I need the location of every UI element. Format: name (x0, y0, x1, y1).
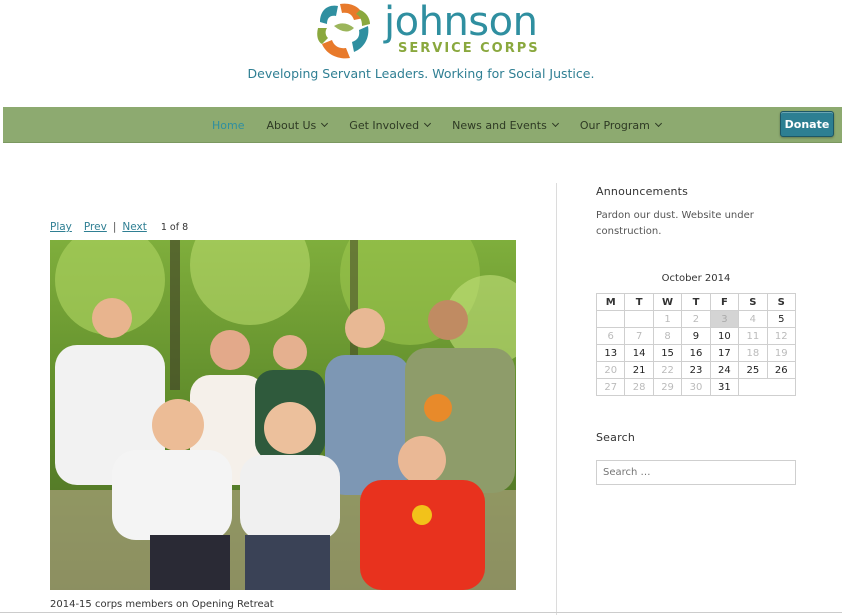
calendar-day: 13 (595, 344, 626, 362)
calendar-week-row: 13 14 15 16 17 18 19 (595, 344, 797, 362)
donate-button[interactable]: Donate (780, 111, 834, 137)
nav-item-label: Our Program (579, 118, 650, 132)
calendar-week-row: 27 28 29 30 31 (595, 378, 796, 396)
calendar-day-empty (738, 378, 796, 396)
announcements-text: Pardon our dust. Website under construct… (596, 210, 754, 237)
calendar-day: 25 (738, 361, 768, 379)
calendar-day: 2 (681, 310, 711, 328)
calendar-day: 10 (709, 327, 740, 345)
calendar-day: 15 (652, 344, 683, 362)
slideshow-prev-link[interactable]: Prev (84, 221, 107, 233)
calendar-week-row: 1 2 3 4 5 (595, 310, 797, 328)
slideshow-next-link[interactable]: Next (122, 221, 146, 233)
calendar-day: 12 (766, 327, 797, 345)
calendar-day: 8 (652, 327, 683, 345)
group-photo-image (50, 240, 516, 590)
calendar-day-header: T (624, 293, 654, 311)
calendar-day: 19 (766, 344, 797, 362)
calendar-day: 23 (681, 361, 711, 379)
calendar-day: 16 (681, 344, 711, 362)
calendar-day: 26 (766, 361, 797, 379)
calendar-day: 31 (709, 378, 740, 396)
nav-item-about-us[interactable]: About Us (266, 118, 329, 132)
calendar-day-today: 3 (709, 310, 740, 328)
calendar-day: 29 (652, 378, 683, 396)
calendar-day-header: W (652, 293, 683, 311)
calendar-day: 24 (709, 361, 740, 379)
calendar-caption: October 2014 (661, 273, 731, 284)
calendar-day: 27 (595, 378, 626, 396)
calendar-day: 11 (738, 327, 768, 345)
chevron-down-icon (321, 119, 329, 128)
calendar-day: 9 (681, 327, 711, 345)
calendar-day: 21 (624, 361, 654, 379)
main-navbar: Home About Us Get Involved News and Even… (3, 107, 842, 143)
search-title: Search (596, 431, 635, 444)
nav-item-news-and-events[interactable]: News and Events (452, 118, 559, 132)
calendar-day-header: F (709, 293, 740, 311)
chevron-down-icon (551, 119, 559, 128)
calendar-week-row: 20 21 22 23 24 25 26 (595, 361, 797, 379)
nav-item-home[interactable]: Home (212, 119, 244, 132)
search-input[interactable] (596, 460, 796, 485)
site-logo[interactable]: johnson SERVICE CORPS (312, 0, 542, 66)
calendar-day-header: M (595, 293, 626, 311)
nav-item-our-program[interactable]: Our Program (579, 118, 662, 132)
calendar-day: 7 (624, 327, 654, 345)
calendar-header-row: M T W T F S S (595, 293, 797, 311)
nav-item-label: News and Events (452, 118, 547, 132)
calendar-day: 4 (738, 310, 768, 328)
calendar-table: M T W T F S S 1 2 3 4 5 6 7 8 9 10 11 12 (595, 293, 797, 396)
calendar-day-header: S (738, 293, 768, 311)
calendar-day-header: T (681, 293, 711, 311)
bottom-border (0, 612, 842, 613)
calendar-day: 22 (652, 361, 683, 379)
slideshow-separator: | (112, 221, 117, 233)
nav-item-label: Get Involved (349, 118, 420, 132)
calendar-day: 18 (738, 344, 768, 362)
nav-item-label: Home (212, 118, 245, 132)
chevron-down-icon (424, 119, 432, 128)
slideshow-caption: 2014-15 corps members on Opening Retreat (50, 599, 274, 610)
slideshow-photo[interactable] (50, 240, 516, 590)
calendar-day: 6 (595, 327, 626, 345)
nav-item-get-involved[interactable]: Get Involved (349, 118, 432, 132)
logo-name: johnson (384, 0, 538, 45)
calendar-day: 1 (652, 310, 683, 328)
site-tagline: Developing Servant Leaders. Working for … (247, 66, 595, 81)
logo-subtitle: SERVICE CORPS (398, 41, 540, 56)
calendar-day-empty (595, 310, 626, 328)
slideshow-play-link[interactable]: Play (50, 221, 72, 233)
chevron-down-icon (654, 119, 662, 128)
calendar-day: 5 (766, 310, 797, 328)
hands-logo-icon (317, 3, 370, 59)
calendar-day-empty (624, 310, 654, 328)
calendar-day: 17 (709, 344, 740, 362)
calendar-day: 20 (595, 361, 626, 379)
calendar-day: 14 (624, 344, 654, 362)
slideshow-counter: 1 of 8 (160, 221, 189, 233)
calendar-day-header: S (766, 293, 797, 311)
calendar-day: 28 (624, 378, 654, 396)
announcements-title: Announcements (596, 185, 689, 198)
nav-menu: Home About Us Get Involved News and Even… (212, 107, 683, 143)
calendar-day: 30 (681, 378, 711, 396)
content-divider (556, 183, 557, 615)
nav-item-label: About Us (266, 118, 317, 132)
calendar-week-row: 6 7 8 9 10 11 12 (595, 327, 797, 345)
slideshow-controls: Play Prev | Next 1 of 8 (50, 221, 188, 233)
